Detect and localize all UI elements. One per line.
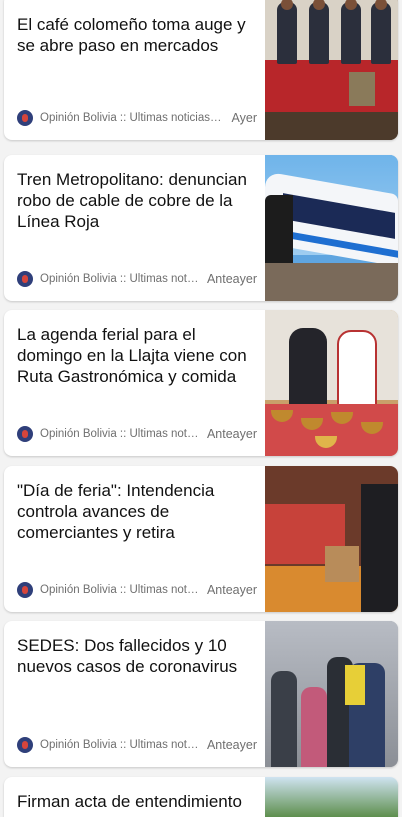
news-thumbnail[interactable]: [265, 310, 398, 456]
news-card[interactable]: SEDES: Dos fallecidos y 10 nuevos casos …: [4, 621, 398, 767]
news-time: Anteayer: [206, 272, 257, 286]
news-headline[interactable]: "Día de feria": Intendencia controla ava…: [17, 480, 257, 543]
news-headline[interactable]: El café colomeño toma auge y se abre pas…: [17, 14, 257, 56]
news-time: Anteayer: [206, 427, 257, 441]
source-logo-icon: [17, 426, 33, 442]
news-headline[interactable]: SEDES: Dos fallecidos y 10 nuevos casos …: [17, 635, 257, 677]
news-source: Opinión Bolivia :: Últimas noticias -...: [40, 112, 224, 124]
news-thumbnail[interactable]: [265, 621, 398, 767]
news-source: Opinión Bolivia :: Últimas notici...: [40, 739, 199, 751]
news-card[interactable]: Tren Metropolitano: denuncian robo de ca…: [4, 155, 398, 301]
news-meta: Opinión Bolivia :: Últimas noticias -...…: [17, 109, 257, 127]
news-time: Ayer: [231, 111, 257, 125]
news-card[interactable]: El café colomeño toma auge y se abre pas…: [4, 0, 398, 140]
news-thumbnail[interactable]: [265, 0, 398, 140]
news-card[interactable]: Firman acta de entendimiento: [4, 777, 398, 817]
news-headline[interactable]: La agenda ferial para el domingo en la L…: [17, 324, 257, 387]
news-time: Anteayer: [206, 583, 257, 597]
source-logo-icon: [17, 110, 33, 126]
news-source: Opinión Bolivia :: Últimas notici...: [40, 428, 199, 440]
news-source: Opinión Bolivia :: Últimas notici...: [40, 584, 199, 596]
news-meta: Opinión Bolivia :: Últimas notici... Ant…: [17, 425, 257, 443]
news-thumbnail[interactable]: [265, 777, 398, 817]
news-meta: Opinión Bolivia :: Últimas notici... Ant…: [17, 736, 257, 754]
news-headline[interactable]: Tren Metropolitano: denuncian robo de ca…: [17, 169, 257, 232]
source-logo-icon: [17, 582, 33, 598]
news-meta: Opinión Bolivia :: Últimas notici... Ant…: [17, 581, 257, 599]
news-source: Opinión Bolivia :: Últimas notici...: [40, 273, 199, 285]
news-thumbnail[interactable]: [265, 155, 398, 301]
news-meta: Opinión Bolivia :: Últimas notici... Ant…: [17, 270, 257, 288]
news-card[interactable]: La agenda ferial para el domingo en la L…: [4, 310, 398, 456]
news-time: Anteayer: [206, 738, 257, 752]
news-card[interactable]: "Día de feria": Intendencia controla ava…: [4, 466, 398, 612]
news-headline[interactable]: Firman acta de entendimiento: [17, 791, 257, 812]
source-logo-icon: [17, 271, 33, 287]
source-logo-icon: [17, 737, 33, 753]
news-thumbnail[interactable]: [265, 466, 398, 612]
